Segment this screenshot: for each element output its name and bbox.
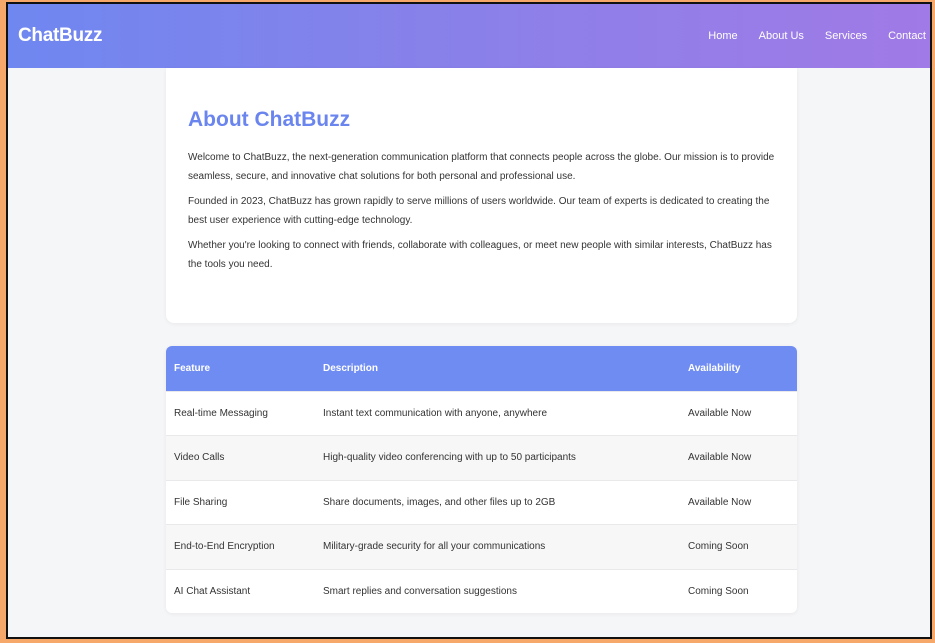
features-table-card: Feature Description Availability Real-ti… (166, 346, 797, 613)
feature-cell: Video Calls (174, 452, 225, 464)
feature-cell: File Sharing (174, 496, 228, 508)
availability-cell: Available Now (688, 496, 752, 508)
nav-link-home[interactable]: Home (708, 30, 737, 42)
header-feature: Feature (174, 362, 211, 374)
table-row: End-to-End Encryption Military-grade sec… (166, 524, 797, 569)
table-row: File Sharing Share documents, images, an… (166, 480, 797, 525)
availability-cell: Available Now (688, 452, 752, 464)
nav-link-services[interactable]: Services (825, 30, 867, 42)
feature-cell: Real-time Messaging (174, 407, 268, 419)
navbar: ChatBuzz Home About Us Services Contact (8, 4, 930, 68)
description-cell: Military-grade security for all your com… (323, 541, 546, 553)
about-paragraph-founded: Founded in 2023, ChatBuzz has grown rapi… (188, 196, 770, 226)
table-header-row: Feature Description Availability (166, 346, 797, 391)
description-cell: High-quality video conferencing with up … (323, 452, 576, 464)
about-paragraph-tools: Whether you're looking to connect with f… (188, 240, 772, 270)
nav-link-about-us[interactable]: About Us (759, 30, 804, 42)
about-paragraph-welcome: Welcome to ChatBuzz, the next-generation… (188, 152, 775, 182)
table-row: Video Calls High-quality video conferenc… (166, 435, 797, 480)
feature-cell: End-to-End Encryption (174, 541, 275, 553)
feature-cell: AI Chat Assistant (174, 586, 251, 597)
about-title: About ChatBuzz (188, 108, 351, 131)
availability-cell: Available Now (688, 407, 752, 419)
table-row: Real-time Messaging Instant text communi… (166, 391, 797, 436)
availability-cell: Coming Soon (688, 586, 749, 597)
description-cell: Instant text communication with anyone, … (323, 407, 548, 419)
header-description: Description (323, 362, 379, 374)
table-row: AI Chat Assistant Smart replies and conv… (166, 569, 797, 613)
about-card: About ChatBuzz Welcome to ChatBuzz, the … (166, 68, 797, 323)
browser-frame: ChatBuzz Home About Us Services Contact … (6, 2, 932, 639)
description-cell: Share documents, images, and other files… (323, 496, 556, 508)
nav-link-contact[interactable]: Contact (888, 30, 926, 42)
features-table: Feature Description Availability Real-ti… (166, 346, 797, 613)
nav-links: Home About Us Services Contact (687, 30, 930, 42)
header-availability: Availability (688, 362, 741, 374)
availability-cell: Coming Soon (688, 541, 749, 553)
brand-logo[interactable]: ChatBuzz (18, 25, 102, 47)
description-cell: Smart replies and conversation suggestio… (323, 586, 517, 597)
